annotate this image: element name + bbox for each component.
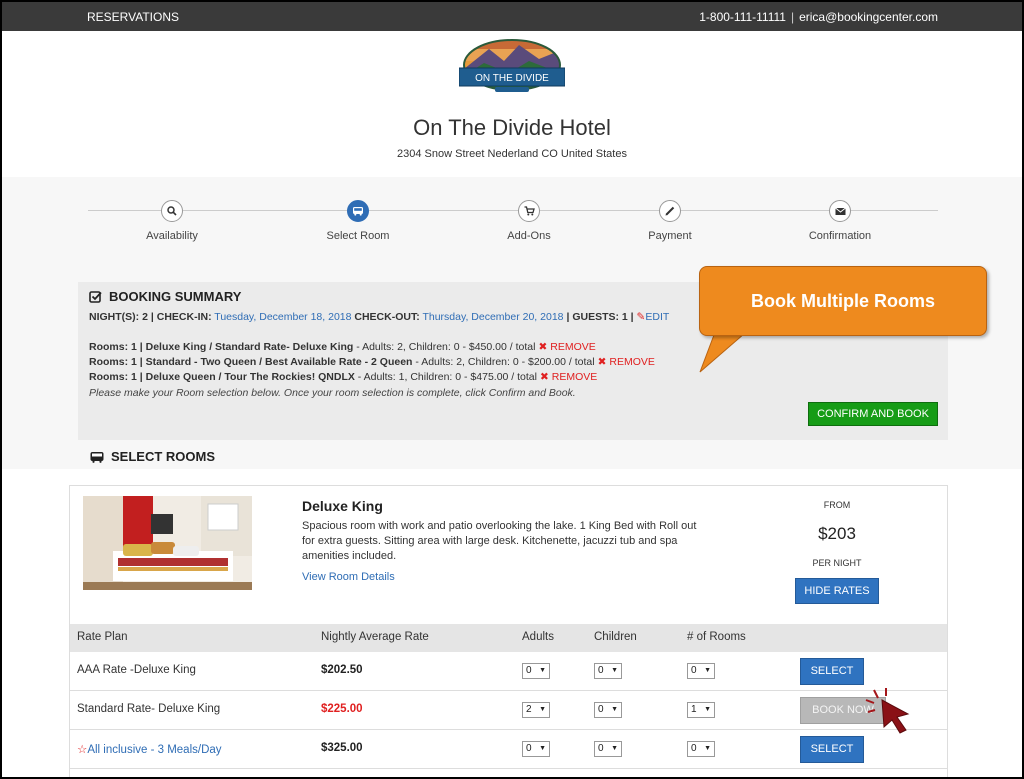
page-frame: RESERVATIONS 1-800-111-11111 | erica@boo… bbox=[0, 0, 1024, 779]
chevron-down-icon: ▼ bbox=[539, 706, 546, 713]
price-from-label: FROM bbox=[823, 500, 851, 510]
hide-rates-button[interactable]: HIDE RATES bbox=[795, 578, 879, 604]
checkin-date: Tuesday, December 18, 2018 bbox=[214, 311, 352, 323]
rate-row: Standard Rate- Deluxe King $225.00 2 ▼ 0 ▼… bbox=[70, 691, 947, 730]
contact-separator: | bbox=[790, 10, 795, 24]
chevron-down-icon: ▼ bbox=[611, 745, 618, 752]
hotel-name: On The Divide Hotel bbox=[413, 115, 611, 140]
rate-plan-name: Standard Rate- Deluxe King bbox=[77, 703, 221, 715]
contact-info: 1-800-111-11111 | erica@bookingcenter.co… bbox=[699, 10, 938, 24]
stay-details: NIGHT(S): 2 | CHECK-IN: Tuesday, Decembe… bbox=[89, 311, 670, 323]
rate-plan-name: AAA Rate -Deluxe King bbox=[77, 664, 196, 676]
remove-icon[interactable]: ✖ bbox=[538, 341, 547, 353]
select-button[interactable]: SELECT bbox=[800, 658, 864, 685]
remove-link[interactable]: REMOVE bbox=[552, 371, 598, 383]
select-button[interactable]: SELECT bbox=[800, 736, 864, 763]
children-select[interactable]: 0 ▼ bbox=[594, 741, 622, 757]
nightly-rate: $202.50 bbox=[321, 664, 363, 676]
hotel-logo[interactable]: ON THE DIVIDE bbox=[459, 39, 565, 95]
logo-text: ON THE DIVIDE bbox=[475, 73, 549, 84]
reservations-link[interactable]: RESERVATIONS bbox=[87, 10, 179, 24]
top-bar: RESERVATIONS 1-800-111-11111 | erica@boo… bbox=[2, 2, 1022, 31]
chevron-down-icon: ▼ bbox=[611, 706, 618, 713]
room-card: Deluxe King Spacious room with work and … bbox=[69, 485, 948, 777]
adults-select[interactable]: 0 ▼ bbox=[522, 663, 550, 679]
click-cursor-icon bbox=[865, 688, 910, 734]
children-select[interactable]: 0 ▼ bbox=[594, 663, 622, 679]
step-select-room[interactable]: Select Room bbox=[298, 200, 418, 242]
room-photo[interactable] bbox=[83, 496, 252, 590]
select-rooms-title: SELECT ROOMS bbox=[90, 449, 215, 464]
edit-link[interactable]: EDIT bbox=[645, 311, 669, 323]
checkout-date: Thursday, December 20, 2018 bbox=[422, 311, 564, 323]
confirm-and-book-button[interactable]: CONFIRM AND BOOK bbox=[808, 402, 938, 426]
chevron-down-icon: ▼ bbox=[704, 667, 711, 674]
remove-link[interactable]: REMOVE bbox=[550, 341, 596, 353]
rooms-select[interactable]: 0 ▼ bbox=[687, 741, 715, 757]
search-icon bbox=[161, 200, 183, 222]
bus-icon bbox=[90, 451, 104, 463]
email-link[interactable]: erica@bookingcenter.com bbox=[799, 10, 938, 24]
rooms-select[interactable]: 1 ▼ bbox=[687, 702, 715, 718]
step-label: Availability bbox=[146, 230, 198, 242]
selection-note: Please make your Room selection below. O… bbox=[89, 387, 576, 399]
step-label: Select Room bbox=[326, 230, 390, 242]
phone-number[interactable]: 1-800-111-11111 bbox=[699, 10, 786, 24]
step-add-ons[interactable]: Add-Ons bbox=[469, 200, 589, 242]
step-availability[interactable]: Availability bbox=[112, 200, 232, 242]
remove-link[interactable]: REMOVE bbox=[609, 356, 655, 368]
per-night-label: PER NIGHT bbox=[812, 558, 862, 568]
rate-plan-name[interactable]: ☆All inclusive - 3 Meals/Day bbox=[77, 742, 222, 756]
checkbox-icon bbox=[89, 291, 102, 303]
column-header: Children bbox=[594, 631, 637, 643]
view-room-details-link[interactable]: View Room Details bbox=[302, 571, 395, 583]
remove-icon[interactable]: ✖ bbox=[540, 371, 549, 383]
nightly-rate: $225.00 bbox=[321, 703, 363, 715]
nightly-rate: $325.00 bbox=[321, 742, 363, 754]
chevron-down-icon: ▼ bbox=[704, 745, 711, 752]
envelope-icon bbox=[829, 200, 851, 222]
room-price: $203 bbox=[818, 524, 856, 543]
chevron-down-icon: ▼ bbox=[704, 706, 711, 713]
step-payment[interactable]: Payment bbox=[610, 200, 730, 242]
room-description: Spacious room with work and patio overlo… bbox=[302, 520, 697, 562]
adults-select[interactable]: 0 ▼ bbox=[522, 741, 550, 757]
step-label: Add-Ons bbox=[507, 230, 551, 242]
column-header: Rate Plan bbox=[77, 631, 128, 643]
booked-room-line: Rooms: 1 | Deluxe King / Standard Rate- … bbox=[89, 341, 596, 353]
book-multiple-rooms-callout: Book Multiple Rooms bbox=[699, 266, 987, 336]
star-icon: ☆ bbox=[77, 744, 88, 756]
pencil-icon bbox=[659, 200, 681, 222]
room-name: Deluxe King bbox=[302, 498, 383, 514]
rooms-select[interactable]: 0 ▼ bbox=[687, 663, 715, 679]
adults-select[interactable]: 2 ▼ bbox=[522, 702, 550, 718]
rate-row: AAA Rate -Deluxe King $202.50 0 ▼ 0 ▼ 0 ▼ S… bbox=[70, 652, 947, 691]
chevron-down-icon: ▼ bbox=[539, 745, 546, 752]
column-header: # of Rooms bbox=[687, 631, 746, 643]
cart-icon bbox=[518, 200, 540, 222]
chevron-down-icon: ▼ bbox=[611, 667, 618, 674]
booked-room-line: Rooms: 1 | Deluxe Queen / Tour The Rocki… bbox=[89, 371, 598, 383]
step-confirmation[interactable]: Confirmation bbox=[780, 200, 900, 242]
column-header: Nightly Average Rate bbox=[321, 631, 429, 643]
booking-summary-title: BOOKING SUMMARY bbox=[89, 289, 241, 304]
chevron-down-icon: ▼ bbox=[539, 667, 546, 674]
step-label: Confirmation bbox=[808, 230, 872, 242]
rate-row: ☆All inclusive - 3 Meals/Day $325.00 0 ▼ … bbox=[70, 730, 947, 769]
column-header: Adults bbox=[522, 631, 554, 643]
children-select[interactable]: 0 ▼ bbox=[594, 702, 622, 718]
booked-room-line: Rooms: 1 | Standard - Two Queen / Best A… bbox=[89, 356, 655, 368]
remove-icon[interactable]: ✖ bbox=[598, 356, 607, 368]
hotel-address: 2304 Snow Street Nederland CO United Sta… bbox=[397, 148, 627, 160]
rate-table-header: Rate Plan Nightly Average Rate Adults Ch… bbox=[70, 624, 947, 652]
step-label: Payment bbox=[648, 230, 692, 242]
bus-icon bbox=[347, 200, 369, 222]
